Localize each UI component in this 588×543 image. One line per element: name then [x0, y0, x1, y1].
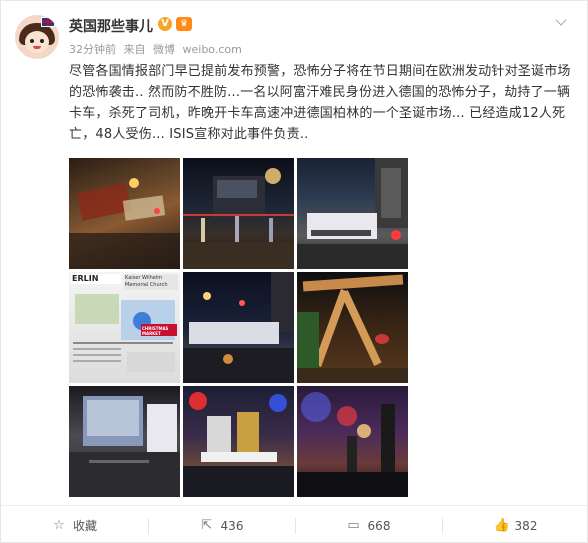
newspaper-line1: Kaiser Wilhelm — [125, 275, 163, 281]
comment-button[interactable]: ▭ 668 — [295, 506, 442, 543]
photo-3[interactable] — [297, 158, 408, 269]
photo-8[interactable] — [183, 386, 294, 497]
source-prefix: 来自 — [123, 43, 146, 56]
username[interactable]: 英国那些事儿 — [69, 16, 153, 36]
star-icon: ☆ — [53, 517, 65, 533]
source-site[interactable]: weibo.com — [183, 43, 242, 56]
verified-badge-icon[interactable]: V — [158, 17, 172, 31]
thumbs-up-icon: 👍 — [493, 517, 510, 533]
favorite-button[interactable]: ☆ 收藏 — [1, 506, 148, 543]
photo-6[interactable] — [297, 272, 408, 383]
action-bar: ☆ 收藏 ⇱ 436 ▭ 668 👍 382 — [1, 505, 588, 543]
photo-1[interactable] — [69, 158, 180, 269]
uk-flag-icon — [41, 17, 55, 27]
comment-icon: ▭ — [347, 517, 360, 533]
photo-5[interactable] — [183, 272, 294, 383]
post-meta: 32分钟前 来自 微博 weibo.com — [69, 41, 246, 57]
photo-7[interactable] — [69, 386, 180, 497]
newspaper-masthead: ERLIN — [72, 274, 99, 283]
newspaper-headline: CHRISTMAS MARKET — [142, 326, 169, 336]
photo-4[interactable]: ERLIN Kaiser Wilhelm Memorial Church CHR… — [69, 272, 180, 383]
source-name[interactable]: 微博 — [153, 43, 175, 56]
comment-count: 668 — [367, 518, 391, 533]
post-time[interactable]: 32分钟前 — [69, 43, 116, 56]
post-text: 尽管各国情报部门早已提前发布预警，恐怖分子将在节日期间在欧洲发动针对圣诞市场的恐… — [69, 64, 571, 142]
chevron-down-icon[interactable] — [554, 15, 568, 29]
photo-9[interactable] — [297, 386, 408, 497]
repost-button[interactable]: ⇱ 436 — [148, 506, 295, 543]
newspaper-line2: Memorial Church — [125, 282, 168, 288]
repost-count: 436 — [220, 518, 244, 533]
like-button[interactable]: 👍 382 — [442, 506, 588, 543]
weibo-post-card: 英国那些事儿 V ♛ 32分钟前 来自 微博 weibo.com 尽管各国情报部… — [0, 0, 588, 543]
photo-2[interactable] — [183, 158, 294, 269]
favorite-label: 收藏 — [72, 519, 97, 533]
repost-icon: ⇱ — [201, 517, 212, 533]
member-crown-icon[interactable]: ♛ — [176, 17, 192, 31]
user-avatar[interactable] — [15, 15, 59, 59]
like-count: 382 — [514, 518, 538, 533]
